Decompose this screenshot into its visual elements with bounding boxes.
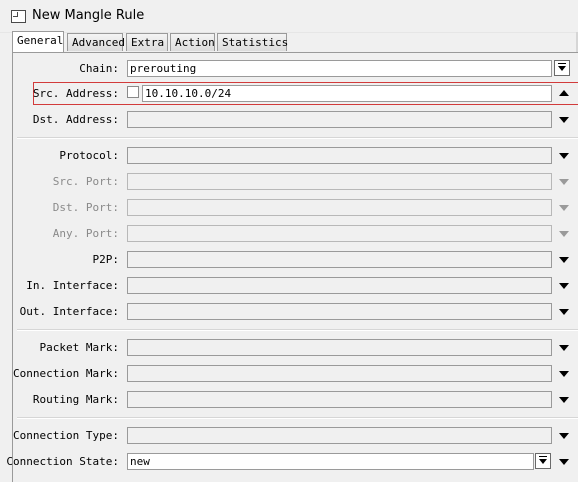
any-port-field: [127, 225, 552, 242]
out-interface-field[interactable]: [127, 303, 552, 320]
tab-general[interactable]: General: [12, 31, 64, 52]
out-interface-row: Out. Interface:: [13, 302, 578, 322]
connection-mark-field[interactable]: [127, 365, 552, 382]
window-title: New Mangle Rule: [32, 8, 145, 23]
any-port-row: Any. Port:: [13, 224, 578, 244]
out-interface-dropdown-icon[interactable]: [559, 309, 569, 315]
in-interface-row: In. Interface:: [13, 276, 578, 296]
dst-port-label: Dst. Port:: [52, 201, 119, 214]
any-port-dropdown-icon: [559, 231, 569, 237]
connection-type-row: Connection Type:: [13, 426, 578, 446]
connection-state-expand-icon[interactable]: [559, 459, 569, 465]
connection-mark-row: Connection Mark:: [13, 364, 578, 384]
src-port-row: Src. Port:: [13, 172, 578, 192]
connection-state-dropdown-button[interactable]: [535, 453, 551, 469]
dst-address-dropdown-icon[interactable]: [559, 117, 569, 123]
chain-field[interactable]: prerouting: [127, 60, 552, 77]
chain-dropdown-button[interactable]: [554, 60, 570, 76]
p2p-field[interactable]: [127, 251, 552, 268]
tab-statistics[interactable]: Statistics: [217, 33, 288, 51]
src-address-row: Src. Address: 10.10.10.0/24: [13, 84, 578, 104]
connection-mark-label: Connection Mark:: [13, 367, 119, 380]
dst-port-dropdown-icon: [559, 205, 569, 211]
out-interface-label: Out. Interface:: [19, 305, 119, 318]
window-icon: [11, 10, 26, 23]
tab-extra[interactable]: Extra: [126, 33, 168, 51]
connection-state-row: Connection State: new: [6, 452, 578, 472]
packet-mark-row: Packet Mark:: [13, 338, 578, 358]
in-interface-dropdown-icon[interactable]: [559, 283, 569, 289]
protocol-row: Protocol:: [13, 146, 578, 166]
chain-label: Chain:: [79, 62, 119, 75]
dst-address-row: Dst. Address:: [13, 110, 578, 130]
connection-state-label: Connection State:: [6, 455, 119, 468]
packet-mark-label: Packet Mark:: [39, 341, 119, 354]
separator: [17, 137, 578, 139]
in-interface-label: In. Interface:: [26, 279, 119, 292]
connection-state-field[interactable]: new: [127, 453, 534, 470]
p2p-row: P2P:: [13, 250, 578, 270]
src-port-field: [127, 173, 552, 190]
routing-mark-dropdown-icon[interactable]: [559, 397, 569, 403]
separator: [17, 329, 578, 331]
new-mangle-rule-window: New Mangle Rule General Advanced Extra A…: [0, 0, 578, 482]
dst-port-field: [127, 199, 552, 216]
in-interface-field[interactable]: [127, 277, 552, 294]
routing-mark-row: Routing Mark:: [13, 390, 578, 410]
any-port-label: Any. Port:: [52, 227, 119, 240]
routing-mark-field[interactable]: [127, 391, 552, 408]
src-address-field[interactable]: 10.10.10.0/24: [142, 85, 552, 102]
connection-type-field[interactable]: [127, 427, 552, 444]
src-address-label: Src. Address:: [32, 87, 119, 100]
src-address-negate-checkbox[interactable]: [127, 86, 139, 98]
connection-type-dropdown-icon[interactable]: [559, 433, 569, 439]
p2p-label: P2P:: [92, 253, 120, 266]
src-address-collapse-icon[interactable]: [559, 90, 569, 96]
protocol-label: Protocol:: [59, 149, 119, 162]
title-bar: New Mangle Rule: [0, 0, 578, 33]
src-port-label: Src. Port:: [52, 175, 119, 188]
protocol-dropdown-icon[interactable]: [559, 153, 569, 159]
connection-type-label: Connection Type:: [13, 429, 119, 442]
dst-port-row: Dst. Port:: [13, 198, 578, 218]
separator: [17, 417, 578, 419]
packet-mark-dropdown-icon[interactable]: [559, 345, 569, 351]
tab-advanced[interactable]: Advanced: [67, 33, 125, 51]
dst-address-label: Dst. Address:: [32, 113, 119, 126]
protocol-field[interactable]: [127, 147, 552, 164]
chain-row: Chain: prerouting: [13, 59, 578, 79]
routing-mark-label: Routing Mark:: [32, 393, 119, 406]
packet-mark-field[interactable]: [127, 339, 552, 356]
p2p-dropdown-icon[interactable]: [559, 257, 569, 263]
src-port-dropdown-icon: [559, 179, 569, 185]
tab-action[interactable]: Action: [170, 33, 215, 51]
general-panel: Chain: prerouting Src. Address: 10.10.10…: [6, 52, 578, 482]
dst-address-field[interactable]: [127, 111, 552, 128]
connection-mark-dropdown-icon[interactable]: [559, 371, 569, 377]
